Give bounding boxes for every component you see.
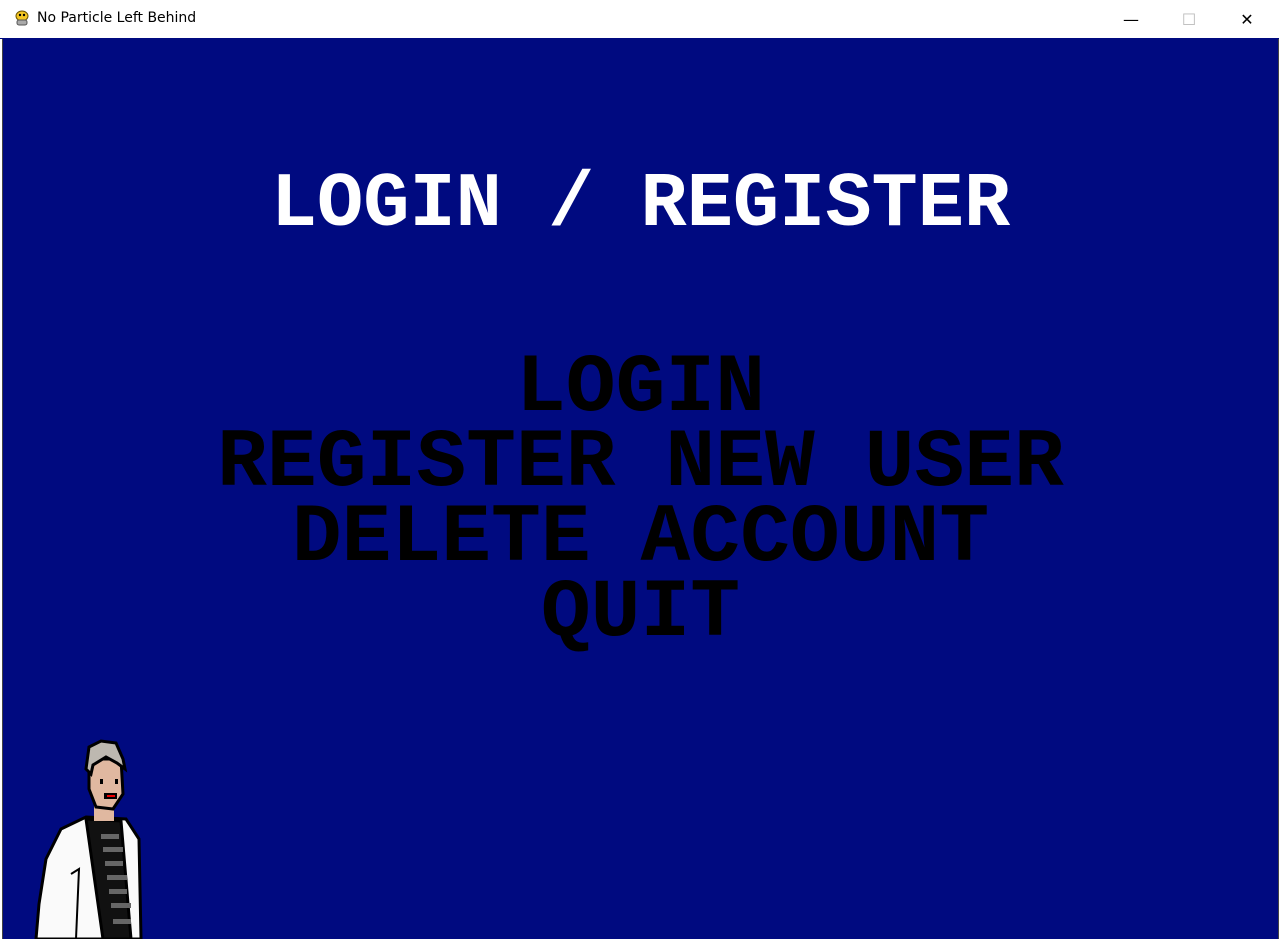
- menu-item-delete-account[interactable]: DELETE ACCOUNT: [3, 497, 1278, 580]
- scientist-character-sprite: [34, 739, 143, 939]
- main-menu: LOGIN REGISTER NEW USER DELETE ACCOUNT Q…: [3, 347, 1278, 655]
- menu-item-quit[interactable]: QUIT: [3, 572, 1278, 655]
- window-titlebar: No Particle Left Behind — ☐ ✕: [0, 0, 1279, 39]
- menu-item-login[interactable]: LOGIN: [3, 347, 1278, 430]
- window-title: No Particle Left Behind: [37, 10, 197, 26]
- minimize-button[interactable]: —: [1102, 0, 1160, 38]
- close-button[interactable]: ✕: [1218, 0, 1276, 38]
- maximize-button[interactable]: ☐: [1160, 0, 1218, 38]
- menu-item-register[interactable]: REGISTER NEW USER: [3, 422, 1278, 505]
- game-canvas[interactable]: LOGIN / REGISTER LOGIN REGISTER NEW USER…: [2, 39, 1279, 939]
- pygame-snake-icon: [15, 10, 29, 26]
- screen-heading: LOGIN / REGISTER: [270, 162, 1011, 249]
